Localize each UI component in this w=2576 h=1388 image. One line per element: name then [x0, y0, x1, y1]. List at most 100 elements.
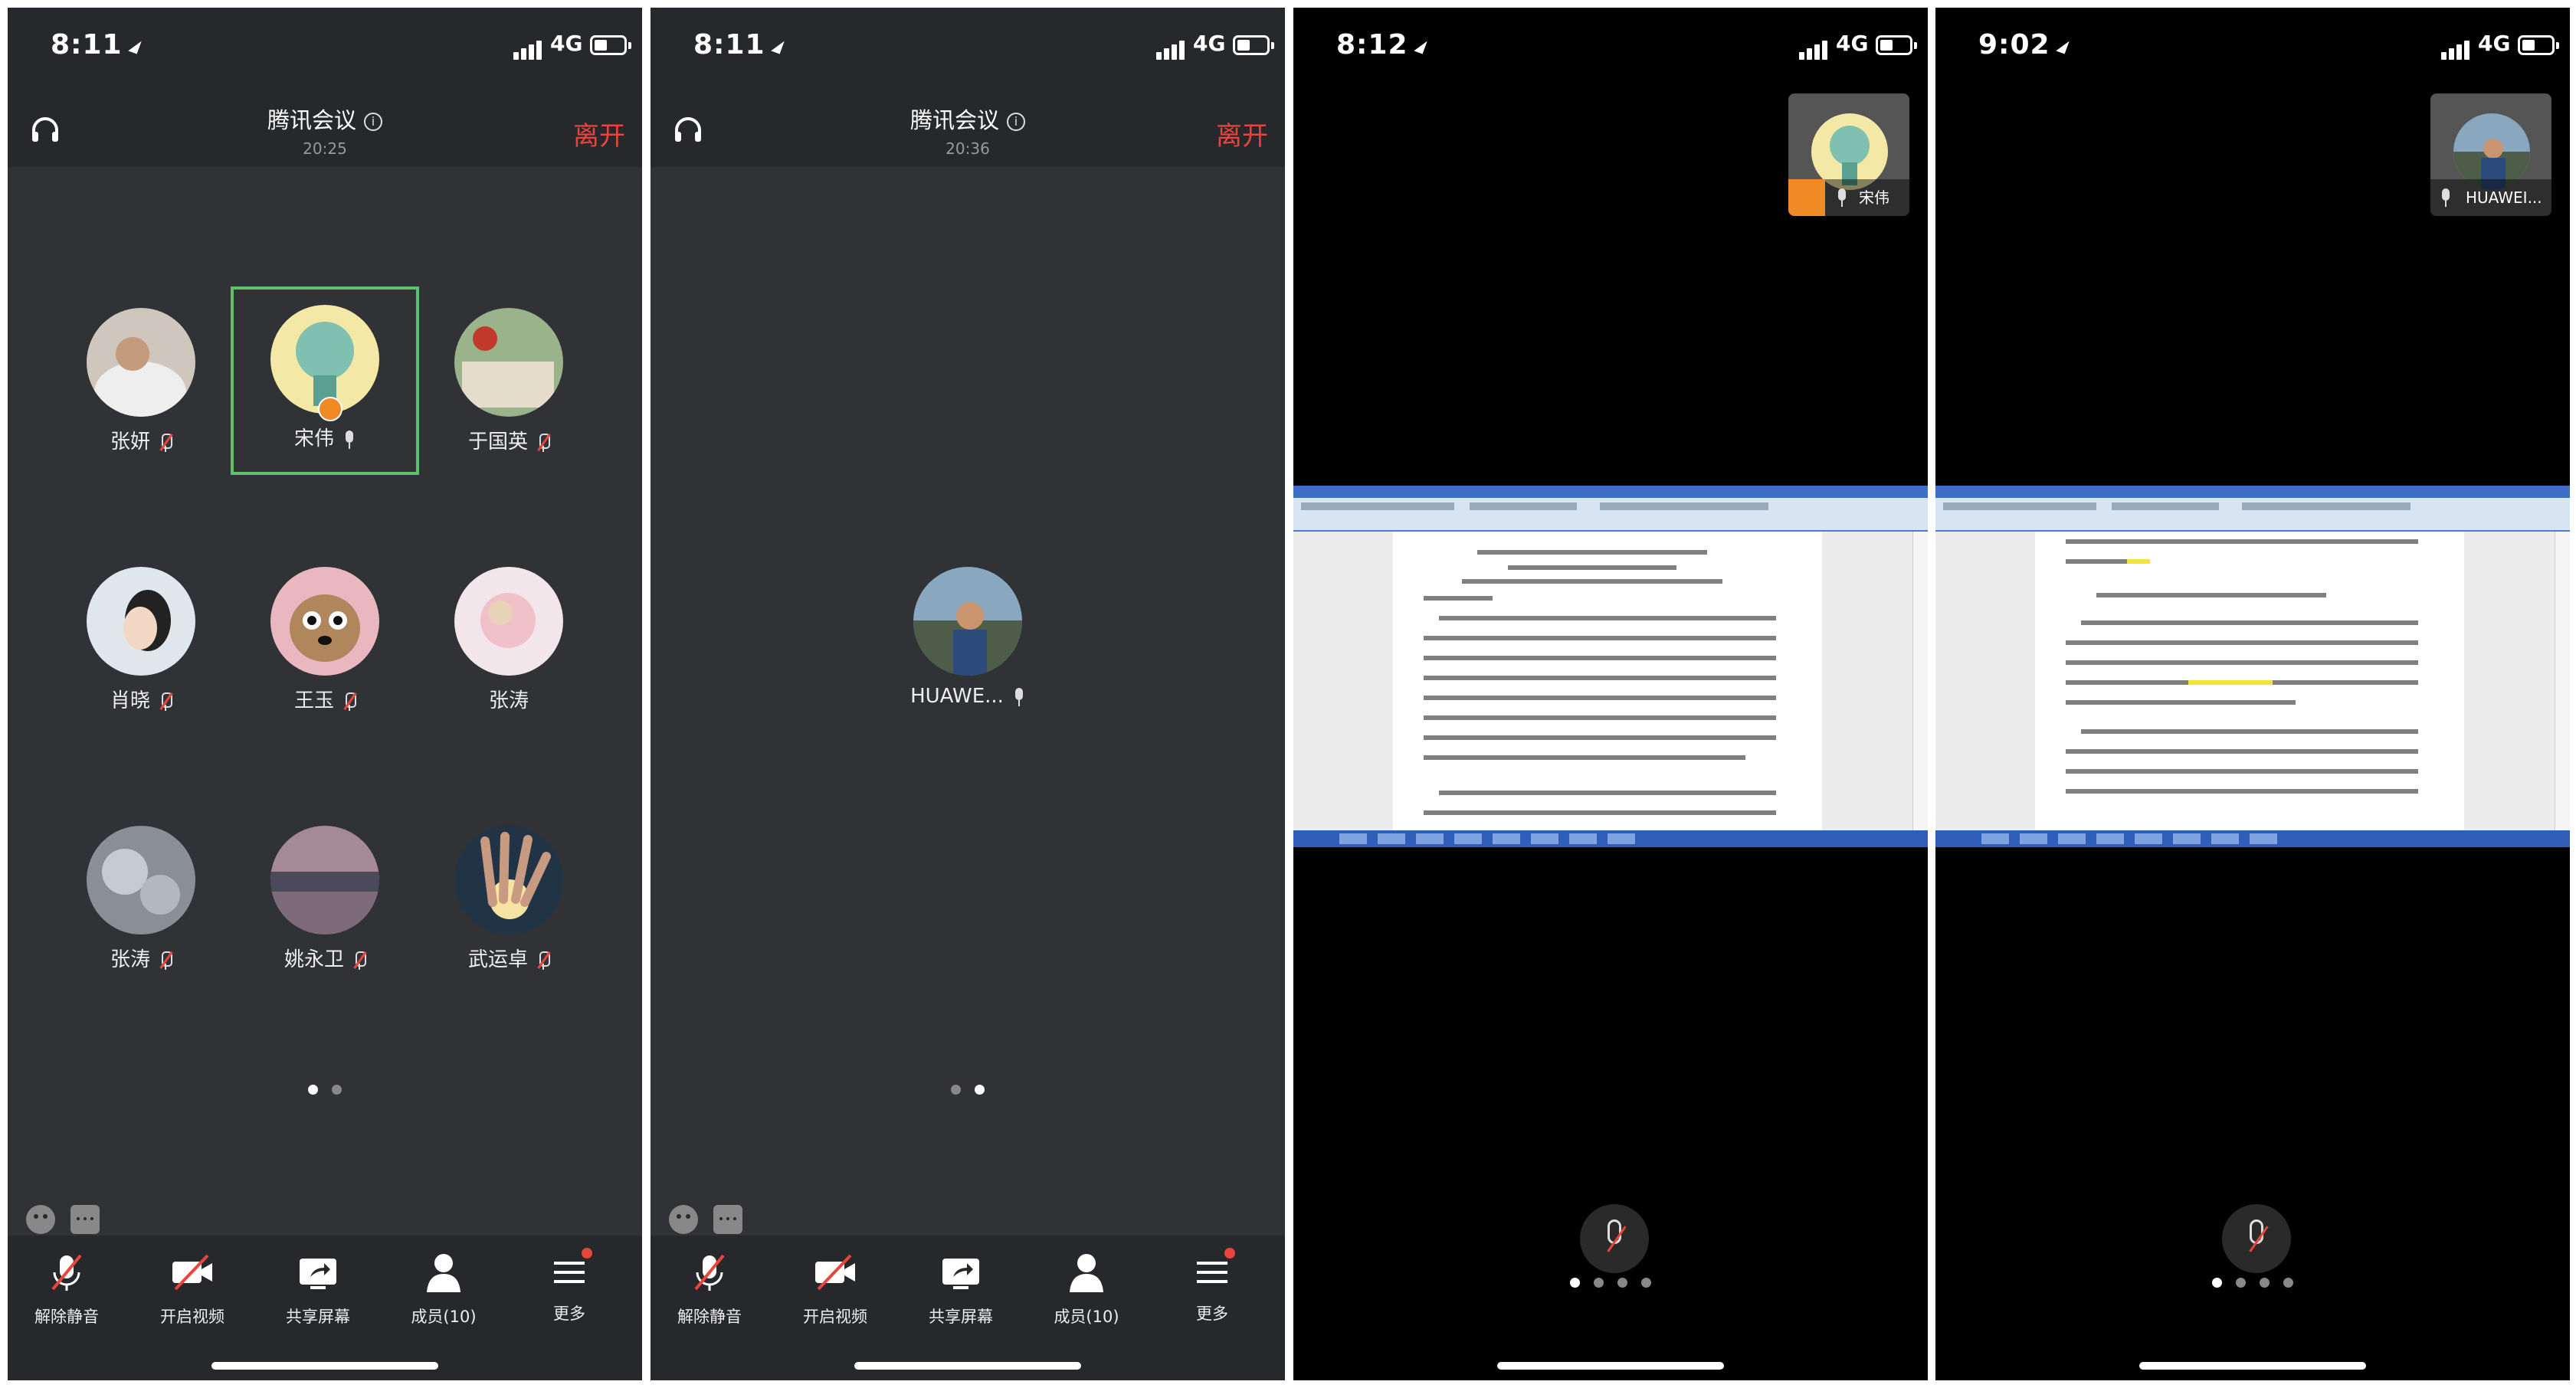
members-button[interactable]: 成员(10)	[1037, 1251, 1136, 1335]
participant-tile[interactable]: 武运卓	[415, 807, 603, 996]
more-icon	[1189, 1248, 1235, 1294]
participant-name: 张涛	[110, 948, 150, 971]
participant-tile[interactable]: 张涛	[47, 807, 235, 996]
participant-name-row: 于国英	[415, 426, 603, 454]
unmute-button[interactable]: 解除静音	[17, 1251, 116, 1335]
host-badge-icon	[1788, 179, 1825, 216]
status-time: 8:12	[1336, 29, 1427, 61]
document-page	[1393, 532, 1822, 830]
emoji-icon[interactable]	[669, 1205, 698, 1234]
participant-name: 宋伟	[293, 427, 334, 450]
phone-screen-2: 8:11 4G 腾讯会议 i 20:36 离开 HUAWE... 解除静音 开启视…	[651, 8, 1285, 1380]
participant-tile[interactable]: HUAWE...	[873, 548, 1062, 737]
participant-tile[interactable]: 王玉	[231, 548, 419, 737]
mic-muted-icon	[159, 692, 173, 711]
signal-icon	[513, 38, 544, 60]
share-screen-button[interactable]: 共享屏幕	[268, 1251, 368, 1335]
battery-icon	[1876, 35, 1917, 55]
participant-tile[interactable]: 于国英	[415, 290, 603, 478]
mic-on-icon	[1836, 188, 1848, 207]
start-video-button[interactable]: 开启视频	[143, 1251, 242, 1335]
word-ribbon	[1293, 486, 1928, 532]
emoji-icon[interactable]	[26, 1205, 55, 1234]
more-button[interactable]: 更多	[519, 1248, 619, 1335]
share-screen-button[interactable]: 共享屏幕	[911, 1251, 1011, 1335]
pip-label: HUAWEI...	[2430, 179, 2551, 216]
mic-muted-icon	[159, 951, 173, 970]
participant-grid: HUAWE...	[651, 167, 1285, 1236]
more-button[interactable]: 更多	[1162, 1248, 1262, 1335]
avatar	[2453, 113, 2530, 190]
leave-button[interactable]: 离开	[573, 115, 625, 152]
participant-name: 武运卓	[467, 948, 528, 971]
more-label: 更多	[1196, 1305, 1228, 1323]
participant-name: 姚永卫	[283, 948, 344, 971]
mic-muted-icon	[694, 1254, 725, 1291]
network-type: 4G	[550, 31, 583, 56]
avatar	[1811, 113, 1888, 190]
home-indicator[interactable]	[211, 1362, 438, 1370]
taskbar	[1293, 830, 1928, 847]
status-time: 9:02	[1978, 29, 2070, 61]
home-indicator[interactable]	[2139, 1362, 2366, 1370]
host-badge-icon	[318, 397, 342, 421]
more-icon	[546, 1248, 592, 1294]
avatar	[913, 567, 1022, 676]
info-icon[interactable]: i	[364, 113, 382, 131]
participant-tile[interactable]: 张妍	[47, 290, 235, 478]
chat-icon[interactable]	[713, 1205, 742, 1234]
participant-tile[interactable]: 姚永卫	[231, 807, 419, 996]
mic-muted-icon	[343, 692, 357, 711]
location-icon	[770, 38, 785, 54]
shared-screen-document[interactable]	[1935, 486, 2570, 847]
start-video-button[interactable]: 开启视频	[785, 1251, 885, 1335]
camera-off-icon	[815, 1254, 855, 1291]
phone-screen-3: 8:12 4G 宋伟	[1293, 8, 1928, 1380]
battery-icon	[1233, 35, 1274, 55]
share-screen-label: 共享屏幕	[929, 1308, 993, 1326]
members-label: 成员(10)	[1054, 1308, 1119, 1326]
meeting-title[interactable]: 腾讯会议 i	[8, 103, 642, 135]
avatar	[270, 567, 379, 676]
mute-toggle-button[interactable]	[1580, 1204, 1649, 1273]
participant-tile[interactable]: 肖晓	[47, 548, 235, 737]
meeting-header: 腾讯会议 i 20:36 离开	[651, 84, 1285, 167]
mic-on-icon	[1013, 687, 1025, 706]
participant-name: 于国英	[467, 430, 528, 453]
unmute-label: 解除静音	[677, 1308, 742, 1326]
page-indicator[interactable]	[8, 1083, 642, 1098]
meeting-title[interactable]: 腾讯会议 i	[651, 103, 1285, 135]
speaker-pip[interactable]: HUAWEI...	[2430, 93, 2551, 216]
page-indicator[interactable]	[1935, 1276, 2570, 1291]
speaker-pip[interactable]: 宋伟	[1788, 93, 1909, 216]
participant-name-row: HUAWE...	[873, 685, 1062, 708]
participant-tile[interactable]: 张涛	[415, 548, 603, 737]
location-icon	[1413, 38, 1427, 54]
participant-name-row: 肖晓	[47, 685, 235, 713]
page-indicator[interactable]	[651, 1083, 1285, 1098]
meeting-duration: 20:25	[303, 139, 347, 158]
page-indicator[interactable]	[1293, 1276, 1928, 1291]
members-icon	[1070, 1254, 1103, 1292]
chat-icon[interactable]	[70, 1205, 100, 1234]
participant-name-row: 张涛	[47, 944, 235, 972]
network-type: 4G	[1193, 31, 1226, 56]
location-icon	[2055, 38, 2070, 54]
participant-name-row: 张涛	[415, 685, 603, 713]
leave-button[interactable]: 离开	[1216, 115, 1268, 152]
info-icon[interactable]: i	[1007, 113, 1025, 131]
avatar	[87, 826, 195, 935]
mute-toggle-button[interactable]	[2222, 1204, 2291, 1273]
status-bar: 8:11 4G	[651, 8, 1285, 84]
members-button[interactable]: 成员(10)	[394, 1251, 493, 1335]
unmute-button[interactable]: 解除静音	[660, 1251, 759, 1335]
meeting-header: 腾讯会议 i 20:25 离开	[8, 84, 642, 167]
share-screen-label: 共享屏幕	[286, 1308, 350, 1326]
status-bar: 9:02 4G	[1935, 8, 2570, 84]
shared-screen-document[interactable]	[1293, 486, 1928, 847]
document-page	[2035, 532, 2464, 830]
bottom-toolbar: 解除静音 开启视频 共享屏幕 成员(10) 更多	[651, 1236, 1285, 1380]
home-indicator[interactable]	[1497, 1362, 1724, 1370]
participant-tile-active[interactable]: 宋伟	[231, 286, 419, 475]
home-indicator[interactable]	[854, 1362, 1081, 1370]
